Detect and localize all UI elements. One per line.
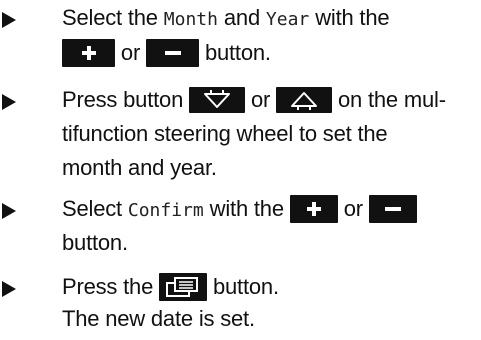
step3-line1: Select Confirm with the or xyxy=(62,194,417,223)
step3-text-b: with the xyxy=(209,196,284,221)
minus-button-icon xyxy=(146,38,200,67)
step2-line2: tifunction steering wheel to set the xyxy=(62,121,388,146)
plus-button-icon xyxy=(289,194,338,223)
step3-line2: button. xyxy=(62,230,128,255)
step2-line1: Press button or on the mul- xyxy=(62,86,446,113)
result-text: The new date is set. xyxy=(62,306,255,331)
step1-text-b: with the xyxy=(315,5,390,30)
step2-or: or xyxy=(250,87,271,112)
step1-line1: Select the Month and Year with the xyxy=(62,5,390,31)
step4-line1: Press the button. xyxy=(62,272,279,301)
year-label: Year xyxy=(265,9,310,30)
month-label: Month xyxy=(163,9,218,30)
down-arrow-button-icon xyxy=(189,86,246,113)
step3-bullet-icon xyxy=(2,203,16,219)
step2-text-b: on the mul- xyxy=(337,87,446,112)
step4-bullet-icon xyxy=(2,281,16,297)
minus-button-icon xyxy=(368,194,417,223)
step3-or: or xyxy=(343,196,363,221)
step1-or: or xyxy=(120,40,141,65)
step1-button-word: button. xyxy=(204,40,271,65)
plus-button-icon xyxy=(62,38,115,67)
step2-bullet-icon xyxy=(2,94,16,110)
step1-and: and xyxy=(223,5,260,30)
step4-text-a: Press the xyxy=(62,274,154,299)
step1-bullet-icon xyxy=(2,12,16,28)
step1-text-a: Select the xyxy=(62,5,158,30)
back-button-icon xyxy=(159,272,208,301)
step3-text-a: Select xyxy=(62,196,122,221)
step2-text-a: Press button xyxy=(62,87,184,112)
step1-line2: or button. xyxy=(62,38,271,67)
step4-text-b: button. xyxy=(212,274,279,299)
confirm-label: Confirm xyxy=(127,200,204,221)
up-arrow-button-icon xyxy=(276,86,333,113)
step2-line3: month and year. xyxy=(62,155,217,180)
